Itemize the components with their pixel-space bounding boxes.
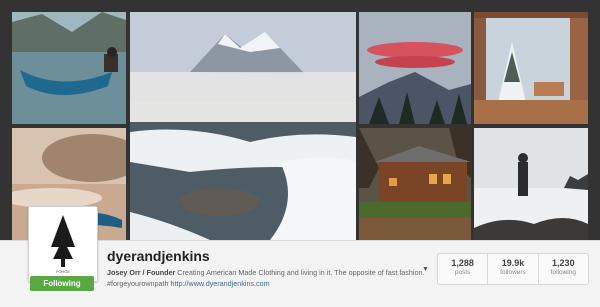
- photo-frozen-lake[interactable]: [130, 12, 356, 240]
- caret-down-icon[interactable]: ▼: [422, 266, 429, 273]
- profile-page: FORGE Following dyerandjenkins Josey Orr…: [0, 0, 600, 307]
- bio-link[interactable]: http://www.dyerandjenkins.com: [171, 279, 270, 288]
- photo-lenticular-cloud[interactable]: [359, 12, 471, 124]
- tree-logo-icon: FORGE: [29, 207, 97, 281]
- avatar[interactable]: FORGE: [28, 206, 98, 282]
- profile-bio: Josey Orr / Founder Creating American Ma…: [107, 267, 427, 289]
- stat-label: followers: [500, 269, 526, 276]
- stat-label: posts: [454, 269, 471, 276]
- profile-username: dyerandjenkins: [107, 248, 210, 264]
- profile-stats: 1,288 posts 19.9k followers 1,230 follow…: [437, 253, 589, 285]
- following-button[interactable]: Following: [30, 276, 94, 291]
- stat-value: 19.9k: [501, 258, 525, 268]
- photo-canoe-lake[interactable]: [12, 12, 126, 124]
- stat-posts[interactable]: 1,288 posts: [438, 254, 489, 284]
- svg-text:FORGE: FORGE: [56, 269, 71, 274]
- stat-value: 1,230: [552, 258, 575, 268]
- stat-following[interactable]: 1,230 following: [539, 254, 588, 284]
- stat-value: 1,288: [451, 258, 474, 268]
- photo-snowy-deck[interactable]: [474, 12, 588, 124]
- photo-cabin[interactable]: [359, 128, 471, 240]
- photo-grid: [12, 12, 588, 240]
- bio-name: Josey Orr / Founder: [107, 268, 176, 277]
- stat-label: following: [550, 269, 576, 276]
- photo-frozen-shore[interactable]: [474, 128, 588, 240]
- stat-followers[interactable]: 19.9k followers: [488, 254, 539, 284]
